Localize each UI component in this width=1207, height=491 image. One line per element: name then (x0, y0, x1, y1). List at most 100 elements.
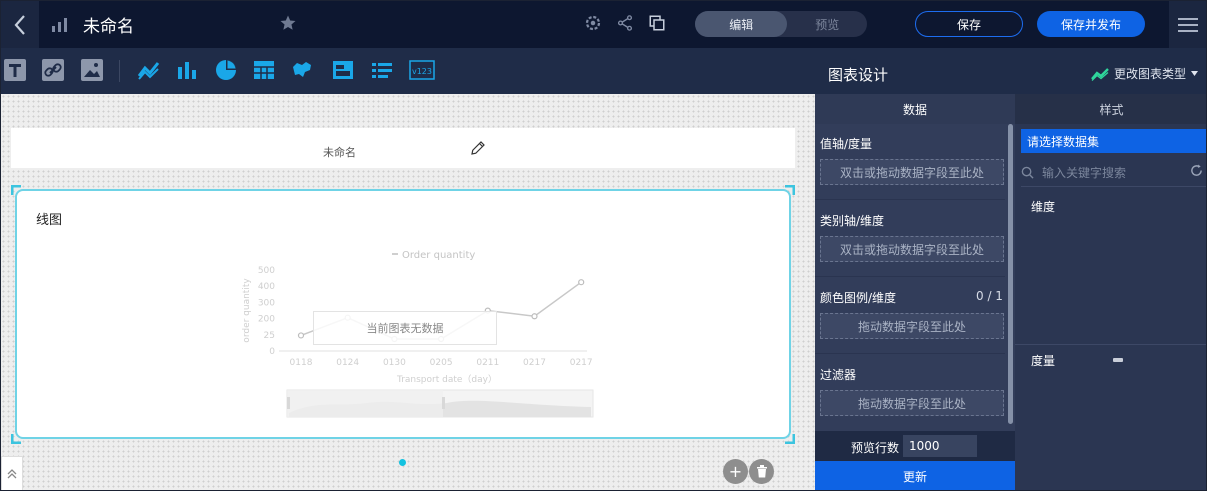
back-button[interactable] (1, 1, 39, 48)
preview-rows-label: 预览行数 (851, 441, 900, 455)
y-tick-label: 300 (258, 298, 275, 308)
table-tool-icon[interactable] (253, 59, 275, 81)
card-corner-handle[interactable] (785, 185, 795, 195)
y-tick-label: 500 (258, 266, 275, 276)
image-tool-icon[interactable] (81, 59, 103, 81)
x-tick-label: 0130 (383, 358, 406, 368)
menu-button[interactable] (1169, 1, 1206, 48)
panel-header: 图表设计 更改图表类型 (815, 48, 1206, 94)
card-corner-handle[interactable] (11, 434, 21, 444)
x-axis-label: Transport date（day） (396, 374, 497, 385)
measure-label: 度量 (1031, 354, 1056, 368)
y-tick-label: 0 (269, 347, 275, 357)
color-legend-label: 颜色图例/维度 (820, 291, 897, 305)
card-corner-handle[interactable] (785, 434, 795, 444)
star-icon[interactable] (279, 14, 297, 32)
card-tool-icon[interactable] (332, 59, 354, 81)
line-chart-icon (1091, 67, 1109, 81)
line-chart-tool-icon[interactable] (138, 59, 160, 81)
collapse-button[interactable] (1, 456, 23, 490)
update-button[interactable]: 更新 (815, 461, 1015, 490)
search-underline (1021, 186, 1206, 187)
data-point (531, 313, 538, 320)
section-divider (1015, 344, 1206, 345)
component-toolbar: v123 (1, 48, 815, 94)
preview-rows-row: 预览行数 (815, 431, 1015, 461)
refresh-icon[interactable] (1190, 164, 1203, 177)
trash-icon (756, 465, 767, 478)
chevron-left-icon (14, 14, 25, 35)
field-search[interactable]: 输入关键字搜索 (1021, 160, 1206, 184)
zoom-slider-handle (442, 397, 445, 409)
toolbar-divider (119, 60, 120, 82)
pencil-icon[interactable] (469, 139, 487, 157)
value-axis-label: 值轴/度量 (820, 137, 873, 151)
kpi-tool-icon[interactable]: v123 (409, 59, 435, 81)
x-tick-label: 0217 (523, 358, 546, 368)
chart-bars-icon (52, 17, 67, 32)
copy-icon[interactable] (648, 14, 666, 32)
search-placeholder: 输入关键字搜索 (1042, 165, 1127, 180)
page-title[interactable]: 未命名 (83, 12, 134, 37)
save-and-publish-button[interactable]: 保存并发布 (1037, 11, 1145, 37)
section-divider (815, 276, 1005, 277)
delete-component-button[interactable] (749, 459, 774, 484)
text-tool-icon[interactable] (4, 59, 26, 81)
pie-chart-tool-icon[interactable] (215, 59, 237, 81)
section-divider (815, 199, 1005, 200)
y-tick-label: 200 (258, 315, 275, 325)
search-icon (1021, 166, 1034, 179)
design-canvas[interactable]: 未命名 线图 Order quantity order quantity 500 40… (1, 94, 815, 490)
tab-data[interactable]: 数据 (815, 94, 1015, 124)
section-divider (815, 353, 1005, 354)
report-name: 未命名 (323, 146, 356, 159)
link-tool-icon[interactable] (42, 59, 64, 81)
filter-drop-zone[interactable]: 拖动数据字段至此处 (820, 390, 1004, 416)
collapse-measure-icon[interactable] (1113, 358, 1123, 362)
change-chart-type-label: 更改图表类型 (1113, 67, 1186, 81)
mode-toggle: 编辑 预览 (695, 11, 867, 37)
preview-rows-input[interactable] (903, 435, 977, 457)
zoom-slider-window (287, 390, 443, 417)
top-bar: 未命名 编辑 预览 保存 保存并发布 (1, 1, 1206, 48)
gear-icon[interactable] (584, 14, 602, 32)
bar-chart-tool-icon[interactable] (176, 59, 198, 81)
data-config-column: 值轴/度量 双击或拖动数据字段至此处 类别轴/维度 双击或拖动数据字段至此处 颜… (815, 124, 1015, 431)
data-point (297, 332, 305, 339)
page-indicator-dot[interactable] (399, 459, 406, 466)
mode-preview-tab[interactable]: 预览 (787, 11, 867, 37)
y-axis-label: order quantity (242, 278, 252, 343)
scrollbar[interactable] (1008, 124, 1013, 424)
mode-edit-tab[interactable]: 编辑 (695, 11, 788, 37)
line-chart-card[interactable]: 线图 Order quantity order quantity 500 400 300… (15, 189, 791, 439)
chart-design-panel: 图表设计 更改图表类型 数据 样式 值轴/度量 双击或拖动数据字段至此处 类别轴… (815, 48, 1206, 490)
x-tick-label: 0118 (290, 358, 313, 368)
tab-style[interactable]: 样式 (1015, 94, 1206, 124)
hamburger-icon (1178, 17, 1198, 32)
color-legend-count: 0 / 1 (976, 289, 1003, 303)
share-icon[interactable] (616, 14, 634, 32)
value-axis-drop-zone[interactable]: 双击或拖动数据字段至此处 (820, 159, 1004, 185)
color-legend-drop-zone[interactable]: 拖动数据字段至此处 (820, 313, 1004, 339)
list-tool-icon[interactable] (371, 59, 393, 81)
card-title: 线图 (36, 213, 63, 228)
map-tool-icon[interactable] (291, 59, 313, 81)
category-axis-label: 类别轴/维度 (820, 214, 885, 228)
dataset-select[interactable]: 请选择数据集 (1021, 129, 1206, 153)
y-tick-label: 400 (258, 282, 275, 292)
dimension-label: 维度 (1031, 200, 1056, 214)
y-tick-label: 25 (264, 331, 275, 341)
x-tick-label: 0217 (570, 358, 593, 368)
card-corner-handle[interactable] (11, 185, 21, 195)
dataset-column: 请选择数据集 输入关键字搜索 维度 度量 (1015, 124, 1206, 490)
filter-label: 过滤器 (820, 368, 857, 382)
category-axis-drop-zone[interactable]: 双击或拖动数据字段至此处 (820, 236, 1004, 262)
change-chart-type-button[interactable]: 更改图表类型 (1091, 65, 1198, 82)
save-button[interactable]: 保存 (915, 11, 1023, 37)
data-point (578, 279, 585, 286)
kpi-tool-label: v123 (412, 67, 432, 76)
double-chevron-up-icon (7, 469, 17, 479)
zoom-slider-handle (287, 397, 290, 409)
add-component-button[interactable]: + (723, 459, 748, 484)
caret-down-icon (1191, 71, 1198, 76)
